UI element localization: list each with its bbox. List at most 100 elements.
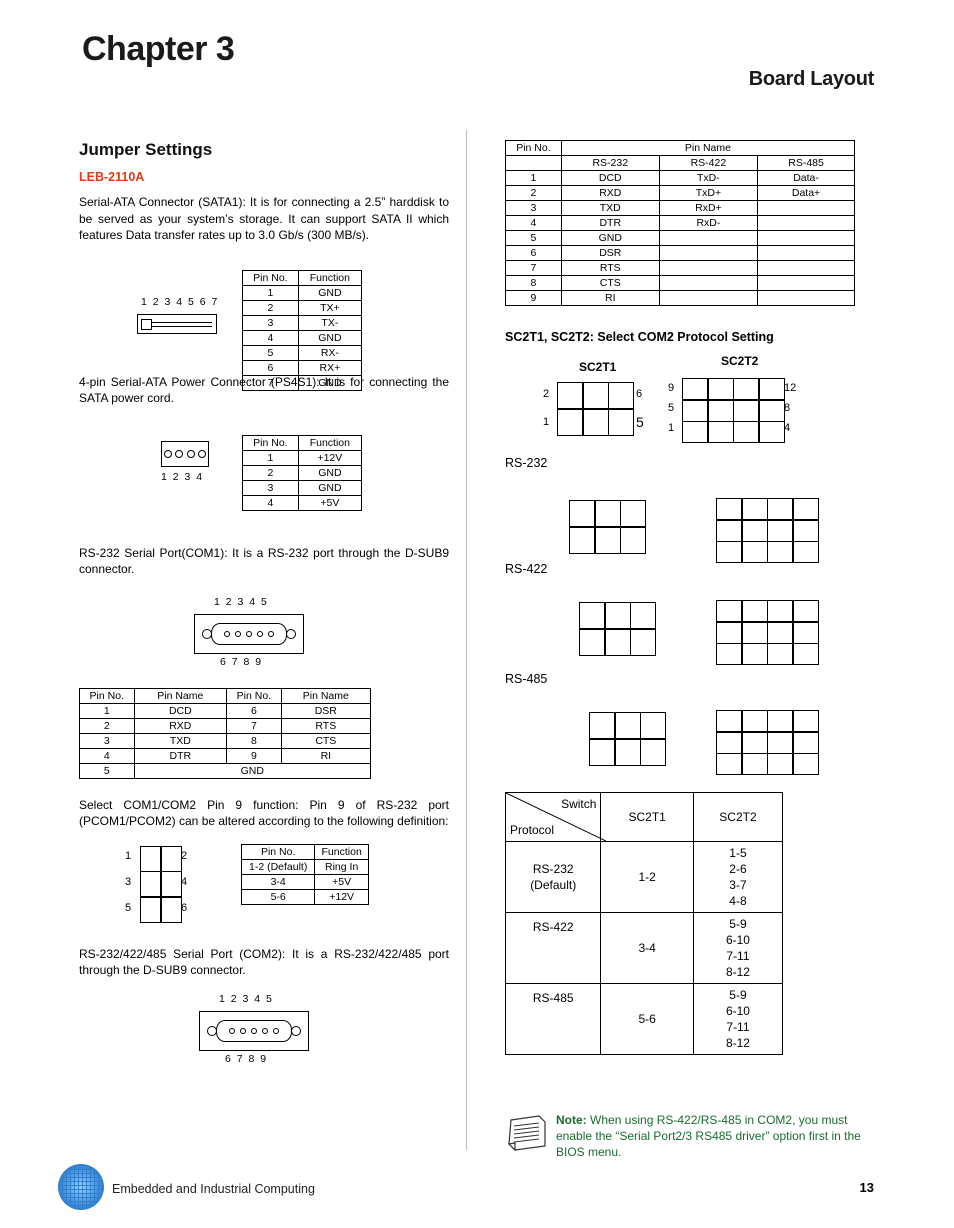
- cell-sc2t1: 1-2: [600, 841, 694, 913]
- cell: [757, 230, 855, 246]
- com2-paragraph: RS-232/422/485 Serial Port (COM2): It is…: [79, 946, 449, 978]
- cell: 9: [226, 747, 282, 764]
- table-row: 2 RXD 7 RTS: [79, 717, 372, 734]
- cell: 1: [505, 170, 562, 186]
- table-header-row: Switch Protocol SC2T1 SC2T2: [504, 792, 784, 842]
- com1-bottom-pin-numbers: 6 7 8 9: [220, 655, 263, 668]
- rs485-sc2t2-grid: [716, 710, 819, 776]
- pin-dot: [163, 449, 172, 458]
- pin9-paragraph: Select COM1/COM2 Pin 9 function: Pin 9 o…: [79, 797, 449, 829]
- cell: 6: [505, 245, 562, 261]
- pin-dot: [175, 449, 184, 458]
- table-row: 2 RXD TxD+ Data+: [505, 185, 855, 201]
- note-icon: [505, 1112, 551, 1152]
- th-rs485: RS-485: [757, 155, 855, 171]
- sc2t1-pin-1: 1: [543, 416, 550, 428]
- sata-power-connector-drawing: [161, 440, 209, 467]
- table-row: 1 DCD 6 DSR: [79, 702, 372, 719]
- mode-label-rs485: RS-485: [505, 672, 548, 686]
- page: Chapter 3 Board Layout Jumper Settings L…: [0, 0, 954, 1228]
- cell: Ring In: [314, 858, 369, 875]
- cell: TXD: [133, 732, 228, 749]
- cell: +5V: [314, 873, 369, 890]
- table-row: 6 DSR: [505, 245, 855, 261]
- table-header-row: Pin No. Function: [242, 434, 363, 451]
- note-label: Note:: [556, 1113, 587, 1127]
- cell: 3: [242, 479, 299, 496]
- cell: 5-6: [240, 888, 316, 905]
- left-column: Jumper Settings LEB-2110A Serial-ATA Con…: [79, 140, 449, 1089]
- cell: 1: [242, 449, 299, 466]
- table-row: 4 +5V: [242, 494, 363, 511]
- cell: DCD: [133, 702, 228, 719]
- cell: TxD+: [658, 185, 759, 201]
- table-row: 5-6 +12V: [240, 888, 369, 905]
- cell: 1: [242, 284, 299, 301]
- cell: GND: [297, 329, 363, 346]
- th-sc2t2: SC2T2: [692, 792, 784, 842]
- table-row: 5 RX-: [242, 344, 363, 361]
- cell-protocol: RS-422: [504, 912, 602, 984]
- cell: 1: [79, 702, 135, 719]
- cell: [757, 215, 855, 231]
- jumper-settings-heading: Jumper Settings: [79, 140, 213, 159]
- cell: 3: [242, 314, 299, 331]
- cell: CTS: [560, 275, 660, 291]
- cell: 8: [226, 732, 282, 749]
- th-rs422: RS-422: [658, 155, 759, 171]
- cell: [757, 200, 855, 216]
- sata-connector-drawing: [137, 313, 217, 334]
- dsub-pins: [229, 1027, 279, 1034]
- sc2t1-pin-2: 2: [543, 388, 550, 400]
- cell: 2: [242, 464, 299, 481]
- table-header-row: Pin No. Pin Name: [505, 140, 856, 156]
- jumper-label-3: 3: [125, 875, 132, 888]
- cell: +12V: [297, 449, 363, 466]
- th-pin-no: Pin No.: [505, 140, 562, 156]
- table-row: RS-485 5-6 5-9 6-10 7-11 8-12: [504, 983, 784, 1055]
- company-logo: [58, 1164, 104, 1210]
- section-header-board-layout: Board Layout: [748, 68, 875, 90]
- cell-protocol: RS-485: [504, 983, 602, 1055]
- th-pin-no: Pin No.: [242, 434, 299, 451]
- cell: 6: [242, 359, 299, 376]
- table-row: 3 TXD 8 CTS: [79, 732, 372, 749]
- cell: [757, 245, 855, 261]
- cell: TxD-: [658, 170, 759, 186]
- cell: RX+: [297, 359, 363, 376]
- cell-sc2t2: 1-5 2-6 3-7 4-8: [692, 841, 784, 913]
- cell: 7: [226, 717, 282, 734]
- cell: +12V: [314, 888, 369, 905]
- sc2t2-label: SC2T2: [721, 354, 759, 368]
- corner-label-protocol: Protocol: [510, 823, 555, 837]
- pin9-jumper-grid: [140, 845, 182, 923]
- corner-header-cell: Switch Protocol: [504, 792, 606, 842]
- screw-icon: [291, 1025, 301, 1036]
- table-row: 4 GND: [242, 329, 363, 346]
- table-row: RS-232 (Default) 1-2 1-5 2-6 3-7 4-8: [504, 841, 784, 913]
- th-pin-no: Pin No.: [242, 269, 299, 286]
- jumper-label-4: 4: [181, 875, 188, 888]
- cell: 2: [79, 717, 135, 734]
- table-row: 8 CTS: [505, 275, 855, 291]
- cell: 4: [505, 215, 562, 231]
- mode-label-rs422: RS-422: [505, 562, 548, 576]
- table-row: 6 RX+: [242, 359, 363, 376]
- cell: 8: [505, 275, 562, 291]
- table-row: 2 TX+: [242, 299, 363, 316]
- corner-label-switch: Switch: [561, 797, 597, 811]
- rs422-sc2t1-grid: [579, 602, 657, 656]
- com1-paragraph: RS-232 Serial Port(COM1): It is a RS-232…: [79, 545, 449, 577]
- th-pin-name-group: Pin Name: [560, 140, 856, 156]
- note-block: Note: When using RS-422/RS-485 in COM2, …: [556, 1112, 886, 1160]
- table-row: 9 RI: [505, 290, 855, 306]
- table-header-row: Pin No. Function: [240, 843, 369, 860]
- jumper-label-6: 6: [181, 901, 188, 914]
- com1-top-pin-numbers: 1 2 3 4 5: [214, 595, 269, 608]
- cell: 4: [79, 747, 135, 764]
- model-label: LEB-2110A: [79, 170, 145, 184]
- th-function: Function: [297, 434, 363, 451]
- sc2t1-pin-5: 5: [636, 414, 644, 430]
- table-row: 7 RTS: [505, 260, 855, 276]
- cell: [658, 260, 759, 276]
